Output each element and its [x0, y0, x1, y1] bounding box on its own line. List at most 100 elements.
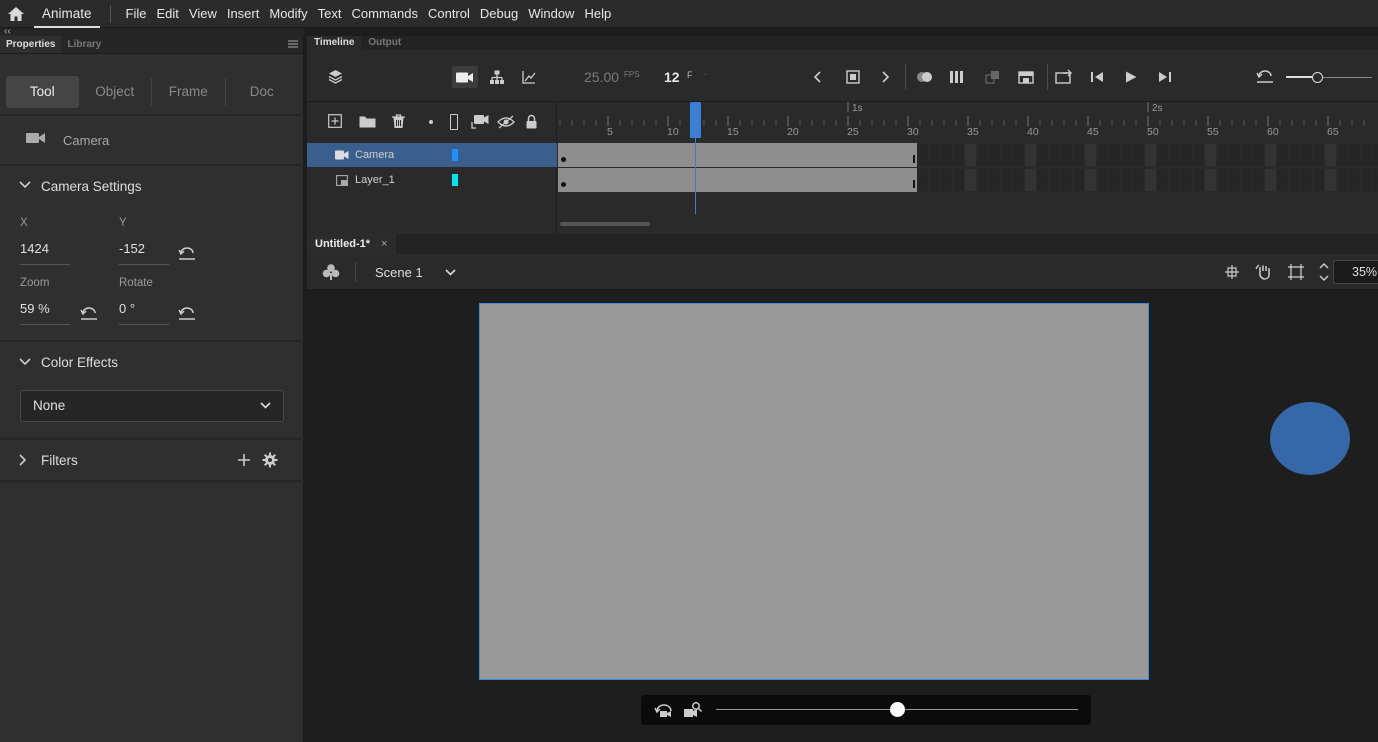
frame-span-layer-1[interactable]: [558, 168, 917, 192]
timeline-scale-slider[interactable]: [1286, 72, 1372, 83]
camera-zoom-slider-handle[interactable]: [890, 702, 905, 717]
menu-edit[interactable]: Edit: [151, 6, 183, 21]
create-classic-tween-icon[interactable]: [1018, 71, 1034, 84]
current-frame-value[interactable]: 12: [664, 69, 680, 85]
add-filter-icon[interactable]: [237, 453, 251, 467]
menu-control[interactable]: Control: [423, 6, 475, 21]
layer-color-swatch[interactable]: [452, 174, 458, 186]
y-field[interactable]: -152: [119, 241, 145, 256]
frame-row-layer-1[interactable]: [558, 168, 1378, 192]
color-effects-header[interactable]: Color Effects: [41, 355, 118, 370]
rotation-tool-icon[interactable]: [1255, 263, 1273, 281]
camera-zoom-icon[interactable]: [683, 701, 703, 719]
lock-layers-icon[interactable]: [525, 114, 538, 129]
delete-layer-trash-icon[interactable]: [391, 114, 406, 129]
keyframe-marker[interactable]: [561, 182, 566, 187]
menu-insert[interactable]: Insert: [222, 6, 265, 21]
filter-settings-gear-icon[interactable]: [262, 452, 278, 468]
x-field[interactable]: 1424: [20, 241, 49, 256]
stage-canvas[interactable]: [479, 303, 1149, 680]
chevron-down-icon[interactable]: [19, 358, 31, 366]
menu-view[interactable]: View: [184, 6, 222, 21]
tab-timeline[interactable]: Timeline: [307, 36, 362, 50]
fps-value[interactable]: 25.00: [584, 69, 619, 85]
camera-layer-toggle[interactable]: [452, 66, 478, 88]
next-keyframe-icon[interactable]: [882, 71, 890, 83]
edit-multiple-frames-icon[interactable]: [949, 70, 965, 84]
reset-rotate-icon[interactable]: [178, 307, 196, 321]
sync-graphic-symbols-icon[interactable]: [985, 70, 1001, 84]
reset-timeline-scale-icon[interactable]: [1256, 70, 1274, 84]
new-folder-icon[interactable]: [359, 115, 376, 128]
center-stage-icon[interactable]: [1225, 265, 1239, 279]
panel-menu-icon[interactable]: [288, 40, 298, 48]
layer-name[interactable]: Layer_1: [355, 168, 395, 192]
home-icon[interactable]: [0, 0, 32, 28]
attach-camera-icon[interactable]: [470, 114, 489, 130]
menu-help[interactable]: Help: [579, 6, 616, 21]
hide-layers-eye-icon[interactable]: [497, 115, 515, 129]
tab-output[interactable]: Output: [361, 36, 408, 50]
tab-properties[interactable]: Properties: [0, 36, 62, 53]
frame-span-camera[interactable]: [558, 143, 917, 167]
reset-zoom-icon[interactable]: [80, 307, 98, 321]
menu-modify[interactable]: Modify: [264, 6, 312, 21]
scene-dropdown-chevron-icon[interactable]: [445, 269, 456, 276]
zoom-stepper-icon[interactable]: [1318, 261, 1330, 283]
blue-circle-shape[interactable]: [1270, 402, 1350, 475]
outline-layer-icon[interactable]: [450, 114, 458, 130]
timeline-horizontal-scrollbar[interactable]: [560, 222, 650, 226]
zoom-field[interactable]: 59 %: [20, 301, 50, 316]
new-layer-icon[interactable]: [328, 114, 342, 128]
segment-object[interactable]: Object: [79, 76, 152, 108]
layer-name[interactable]: Camera: [355, 143, 394, 167]
layer-row-layer-1[interactable]: Layer_1: [307, 168, 557, 192]
segment-frame[interactable]: Frame: [152, 76, 225, 108]
clip-content-icon[interactable]: [1288, 264, 1304, 280]
collapse-panels-button[interactable]: ‹‹: [0, 27, 304, 37]
frame-row-camera[interactable]: [558, 143, 1378, 167]
zoom-field[interactable]: 35%: [1333, 260, 1378, 284]
timeline-scale-handle[interactable]: [1312, 72, 1323, 83]
rotate-field[interactable]: 0 °: [119, 301, 135, 316]
menu-window[interactable]: Window: [523, 6, 579, 21]
tab-library[interactable]: Library: [61, 36, 107, 53]
layer-parenting-icon[interactable]: [489, 70, 505, 85]
color-effect-dropdown[interactable]: None: [20, 390, 284, 422]
onion-skin-icon[interactable]: [916, 70, 934, 84]
previous-keyframe-icon[interactable]: [813, 71, 821, 83]
menu-text[interactable]: Text: [313, 6, 347, 21]
playhead[interactable]: [690, 102, 701, 138]
segment-tool[interactable]: Tool: [6, 76, 79, 108]
menu-commands[interactable]: Commands: [347, 6, 423, 21]
camera-settings-header[interactable]: Camera Settings: [41, 179, 142, 194]
layer-row-camera[interactable]: Camera: [307, 143, 557, 167]
step-forward-icon[interactable]: [1158, 71, 1172, 83]
highlight-layer-dot-icon[interactable]: [429, 120, 433, 124]
keyframe-marker[interactable]: [561, 157, 566, 162]
step-back-icon[interactable]: [1090, 71, 1104, 83]
insert-keyframe-icon[interactable]: [846, 70, 860, 84]
scene-name[interactable]: Scene 1: [375, 265, 423, 280]
segment-doc[interactable]: Doc: [226, 76, 299, 108]
frame-ruler[interactable]: 1s 2s 5 10 15 20 25 30 35 40 45 50 55 60…: [558, 102, 1378, 142]
reset-position-icon[interactable]: [178, 247, 196, 261]
menu-file[interactable]: File: [121, 6, 152, 21]
layers-icon[interactable]: [328, 69, 343, 84]
graph-editor-icon[interactable]: [522, 70, 536, 84]
layer-color-swatch[interactable]: [452, 149, 458, 161]
edit-symbols-icon[interactable]: [322, 263, 340, 281]
play-icon[interactable]: [1125, 71, 1137, 83]
camera-zoom-slider[interactable]: [716, 702, 1078, 717]
frames-grid[interactable]: 1s 2s 5 10 15 20 25 30 35 40 45 50 55 60…: [558, 102, 1378, 234]
chevron-right-icon[interactable]: [19, 454, 27, 466]
menu-debug[interactable]: Debug: [475, 6, 523, 21]
close-tab-icon[interactable]: ×: [381, 238, 387, 250]
camera-rotate-icon[interactable]: [654, 702, 674, 718]
y-label: Y: [119, 217, 127, 229]
document-tab[interactable]: Untitled-1* ×: [307, 234, 396, 254]
chevron-down-icon[interactable]: [19, 181, 31, 189]
filters-header[interactable]: Filters: [41, 453, 78, 468]
loop-playback-icon[interactable]: [1055, 69, 1073, 84]
stage-pasteboard[interactable]: [307, 291, 1378, 742]
